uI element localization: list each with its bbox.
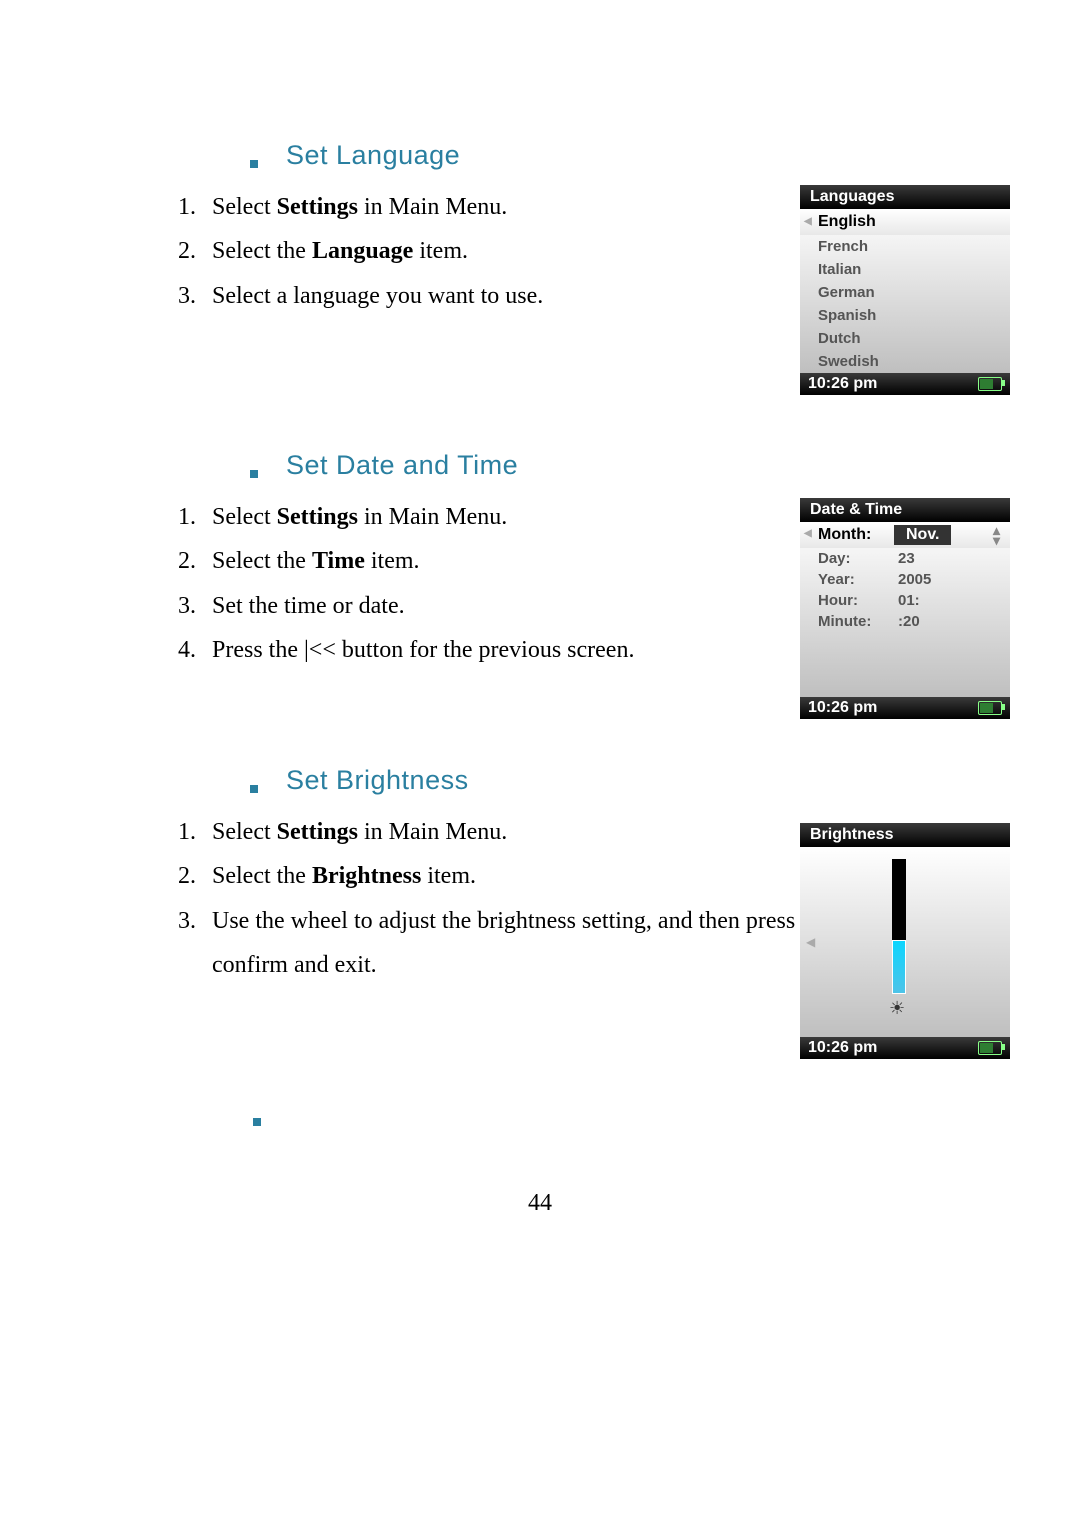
step-bold: Language	[312, 238, 413, 264]
device-time: 10:26 pm	[808, 1039, 877, 1057]
device-time: 10:26 pm	[808, 375, 877, 393]
step-item: Use the wheel to adjust the brightness s…	[202, 899, 900, 988]
datetime-value: :20	[898, 613, 920, 630]
datetime-label: Hour:	[818, 592, 898, 609]
bullet-icon	[250, 785, 258, 793]
datetime-row[interactable]: Minute::20	[800, 611, 1010, 632]
step-item: Select a language you want to use.	[202, 274, 900, 318]
language-option[interactable]: French	[800, 235, 1010, 258]
battery-icon	[978, 377, 1002, 391]
device-titlebar: Languages	[800, 185, 1010, 209]
steps-datetime: Select Settings in Main Menu.Select the …	[130, 495, 900, 673]
datetime-label: Year:	[818, 571, 898, 588]
device-statusbar: 10:26 pm	[800, 697, 1010, 719]
manual-page: Set Language Select Settings in Main Men…	[0, 0, 1080, 1533]
sun-icon: ☀	[889, 998, 905, 1019]
step-item: Press the |<< button for the previous sc…	[202, 628, 900, 672]
language-option[interactable]: Dutch	[800, 327, 1010, 350]
datetime-value: 01:	[898, 592, 920, 609]
datetime-row[interactable]: Day:23	[800, 548, 1010, 569]
steps-language: Select Settings in Main Menu.Select the …	[130, 185, 900, 318]
datetime-label: Month:	[818, 526, 898, 544]
section-set-datetime: Set Date and Time Select Settings in Mai…	[130, 450, 900, 673]
bullet-icon	[250, 160, 258, 168]
brightness-bar-fill	[892, 940, 906, 994]
language-option[interactable]: German	[800, 281, 1010, 304]
step-bold: Settings	[277, 504, 358, 530]
step-item: Select Settings in Main Menu.	[202, 810, 900, 854]
step-item: Select the Time item.	[202, 539, 900, 583]
step-bold: Brightness	[312, 863, 421, 889]
device-screenshot-datetime: Date & Time Month:Nov.▴▾Day:23Year:2005H…	[800, 498, 1010, 719]
back-arrow-icon: ◀	[806, 935, 815, 949]
datetime-label: Day:	[818, 550, 898, 567]
step-item: Select the Language item.	[202, 229, 900, 273]
datetime-value: Nov.	[894, 525, 951, 545]
datetime-value: 2005	[898, 571, 931, 588]
device-statusbar: 10:26 pm	[800, 373, 1010, 395]
battery-icon	[978, 1041, 1002, 1055]
device-body-brightness: ◀ ☀	[800, 847, 1010, 1037]
device-statusbar: 10:26 pm	[800, 1037, 1010, 1059]
spinner-icon[interactable]: ▴▾	[993, 525, 1000, 545]
device-titlebar: Date & Time	[800, 498, 1010, 522]
device-titlebar: Brightness	[800, 823, 1010, 847]
datetime-value: 23	[898, 550, 915, 567]
step-bold: Settings	[277, 819, 358, 845]
steps-brightness: Select Settings in Main Menu.Select the …	[130, 810, 900, 988]
step-item: Select Settings in Main Menu.	[202, 185, 900, 229]
step-item: Select the Brightness item.	[202, 854, 900, 898]
step-item: Select Settings in Main Menu.	[202, 495, 900, 539]
language-option[interactable]: Swedish	[800, 350, 1010, 373]
section-set-language: Set Language Select Settings in Main Men…	[130, 140, 900, 318]
section-title-language: Set Language	[286, 140, 460, 171]
page-number: 44	[0, 1190, 1080, 1217]
device-time: 10:26 pm	[808, 699, 877, 717]
step-bold: Settings	[277, 194, 358, 220]
language-option[interactable]: Italian	[800, 258, 1010, 281]
section-title-brightness: Set Brightness	[286, 765, 469, 796]
section-set-brightness: Set Brightness Select Settings in Main M…	[130, 765, 900, 988]
step-bold: Time	[312, 548, 365, 574]
datetime-row[interactable]: Month:Nov. ▴▾	[800, 522, 1010, 548]
datetime-row[interactable]: Hour:01:	[800, 590, 1010, 611]
section-title-datetime: Set Date and Time	[286, 450, 518, 481]
language-option[interactable]: English	[800, 209, 1010, 235]
bullet-icon	[253, 1118, 261, 1126]
step-item: Set the time or date.	[202, 584, 900, 628]
device-screenshot-languages: Languages EnglishFrenchItalianGermanSpan…	[800, 185, 1010, 395]
datetime-label: Minute:	[818, 613, 898, 630]
device-body-datetime: Month:Nov.▴▾Day:23Year:2005Hour:01:Minut…	[800, 522, 1010, 697]
device-screenshot-brightness: Brightness ◀ ☀ 10:26 pm	[800, 823, 1010, 1059]
device-body-languages: EnglishFrenchItalianGermanSpanishDutchSw…	[800, 209, 1010, 373]
battery-icon	[978, 701, 1002, 715]
datetime-row[interactable]: Year:2005	[800, 569, 1010, 590]
bullet-icon	[250, 470, 258, 478]
language-option[interactable]: Spanish	[800, 304, 1010, 327]
